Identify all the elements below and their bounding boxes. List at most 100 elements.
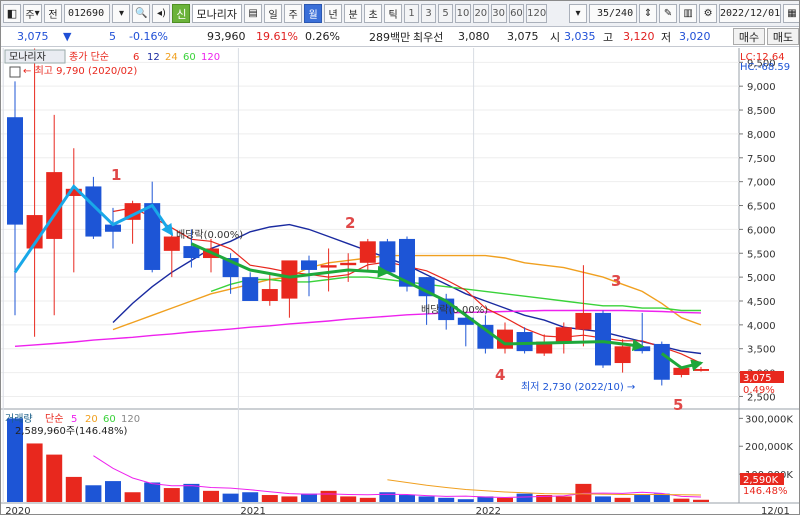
buy-button[interactable]: 매수 bbox=[733, 28, 765, 45]
candle-body bbox=[693, 369, 709, 371]
volume-max-label: 2,589,960주(146.48%) bbox=[15, 426, 127, 437]
price-tick-label: 6,000 bbox=[747, 225, 776, 236]
volume-bar bbox=[497, 497, 513, 502]
volume-bar bbox=[693, 499, 709, 502]
max-label: ← 최고 9,790 (2020/02) bbox=[23, 65, 137, 77]
volume-tick-label: 200,000K bbox=[745, 442, 793, 453]
legend-ma6: 6 bbox=[133, 52, 139, 63]
calendar-small-icon[interactable] bbox=[9, 66, 21, 78]
volume-axis: 300,000K200,000K100,000K bbox=[739, 414, 793, 481]
price-tick-label: 8,500 bbox=[747, 106, 776, 117]
stock-list-icon[interactable]: ▤ bbox=[244, 4, 263, 23]
volume-legend-ma-label: 단순 bbox=[45, 413, 63, 425]
code-dropdown-icon[interactable]: ▾ bbox=[112, 4, 131, 23]
count-field[interactable]: 35/240 bbox=[589, 4, 638, 23]
search-icon[interactable]: 🔍 bbox=[132, 4, 151, 23]
calendar-icon[interactable]: ▦ bbox=[783, 4, 799, 23]
stock-chart-window: ◧ 주 ▾ 전 012690 ▾ 🔍 ◂) 신 모나리자 ▤ 일 주 월 년 분 … bbox=[0, 0, 800, 515]
candle-body bbox=[183, 246, 200, 259]
hc-label: HC:-68.59 bbox=[740, 62, 790, 73]
minute-120[interactable]: 120 bbox=[526, 4, 548, 23]
volume-legend-ma5: 5 bbox=[71, 414, 77, 425]
volume-bar bbox=[457, 499, 474, 502]
print-icon[interactable]: ▥ bbox=[679, 4, 698, 23]
stock-name-field[interactable]: 모나리자 bbox=[192, 4, 243, 23]
tab-week[interactable]: 주 bbox=[284, 4, 303, 23]
volume-bar bbox=[418, 496, 435, 502]
legend-ma24: 24 bbox=[165, 52, 178, 63]
price-change: 5 bbox=[109, 30, 116, 43]
tab-second[interactable]: 초 bbox=[364, 4, 383, 23]
sound-icon[interactable]: ◂) bbox=[152, 4, 171, 23]
annotation-4: 4 bbox=[495, 366, 505, 384]
volume-pct-tag: 146.48% bbox=[743, 486, 788, 497]
minute-1[interactable]: 1 bbox=[404, 4, 420, 23]
legend-stock-name: 모나리자 bbox=[9, 51, 46, 63]
annotation-3: 3 bbox=[611, 272, 621, 290]
volume-bar bbox=[399, 495, 415, 502]
change-rate: -0.16% bbox=[129, 30, 168, 43]
down-triangle-icon: ▼ bbox=[63, 30, 72, 43]
chart-tool-icon[interactable]: ✎ bbox=[659, 4, 678, 23]
scroll-arrows-icon[interactable]: ⇕ bbox=[639, 4, 658, 23]
candle-body bbox=[595, 312, 611, 366]
candle-body bbox=[379, 241, 396, 273]
chart-area[interactable]: 9,5009,0008,5008,0007,5007,0006,5006,000… bbox=[1, 48, 800, 515]
minute-20[interactable]: 20 bbox=[472, 4, 489, 23]
volume-bar bbox=[634, 495, 651, 502]
count-dropdown-icon[interactable]: ▾ bbox=[569, 4, 588, 23]
minute-5[interactable]: 5 bbox=[438, 4, 454, 23]
dividend-label-1: 배당락(0.00%) bbox=[176, 229, 243, 241]
volume-legend-ma60: 60 bbox=[103, 414, 116, 425]
minute-3[interactable]: 3 bbox=[421, 4, 437, 23]
tab-tick[interactable]: 틱 bbox=[384, 4, 403, 23]
annotation-5: 5 bbox=[673, 396, 683, 414]
volume-bar bbox=[320, 490, 337, 502]
volume-bar bbox=[26, 443, 43, 502]
stock-code-input[interactable]: 012690 bbox=[63, 4, 111, 23]
tab-month[interactable]: 월 bbox=[304, 4, 323, 23]
candle-body bbox=[7, 117, 23, 225]
volume-bar bbox=[438, 497, 455, 502]
high-label: 고 bbox=[603, 30, 614, 44]
prev-button[interactable]: 전 bbox=[43, 4, 62, 23]
volume-bar bbox=[203, 490, 219, 502]
volume-bar bbox=[614, 497, 631, 502]
candle-body bbox=[359, 241, 376, 263]
date-field[interactable]: 2022/12/01 bbox=[719, 4, 782, 23]
price-tick-label: 4,000 bbox=[747, 321, 776, 332]
annotation-2: 2 bbox=[345, 214, 355, 232]
tab-year[interactable]: 년 bbox=[324, 4, 343, 23]
price-tick-label: 6,500 bbox=[747, 202, 776, 213]
volume-bar bbox=[65, 476, 82, 502]
open-label: 시 bbox=[550, 30, 561, 44]
minute-10[interactable]: 10 bbox=[455, 4, 471, 23]
x-tick-label: 2020 bbox=[5, 506, 30, 515]
volume-tick-label: 300,000K bbox=[745, 414, 793, 425]
gear-icon[interactable]: ⚙ bbox=[699, 4, 718, 23]
candle-body bbox=[242, 277, 259, 301]
minute-60[interactable]: 60 bbox=[508, 4, 525, 23]
candle-body bbox=[281, 260, 298, 299]
volume-bar bbox=[281, 496, 298, 502]
volume-legend-title: 거래량 bbox=[5, 413, 33, 425]
candle-body bbox=[653, 343, 670, 380]
legend-ma-label: 종가 단순 bbox=[69, 51, 109, 63]
volume-bar bbox=[105, 481, 121, 502]
volume-bar bbox=[301, 493, 317, 502]
tab-minute[interactable]: 분 bbox=[344, 4, 363, 23]
volume-bar bbox=[144, 482, 161, 502]
tab-day[interactable]: 일 bbox=[264, 4, 283, 23]
candle-body bbox=[301, 260, 317, 270]
candle-body bbox=[555, 327, 572, 342]
candle-body bbox=[340, 262, 357, 266]
layout-icon[interactable]: ◧ bbox=[3, 4, 21, 23]
period-select[interactable]: 주 ▾ bbox=[23, 4, 42, 23]
volume-tag-text: 2,590K bbox=[743, 475, 779, 486]
min-label: 최저 2,730 (2022/10) → bbox=[521, 381, 635, 393]
volume-bar bbox=[85, 485, 102, 502]
sell-button[interactable]: 매도 bbox=[767, 28, 799, 45]
minute-30[interactable]: 30 bbox=[490, 4, 507, 23]
price-tick-label: 8,000 bbox=[747, 130, 776, 141]
best-ask: 3,080 bbox=[458, 30, 490, 43]
